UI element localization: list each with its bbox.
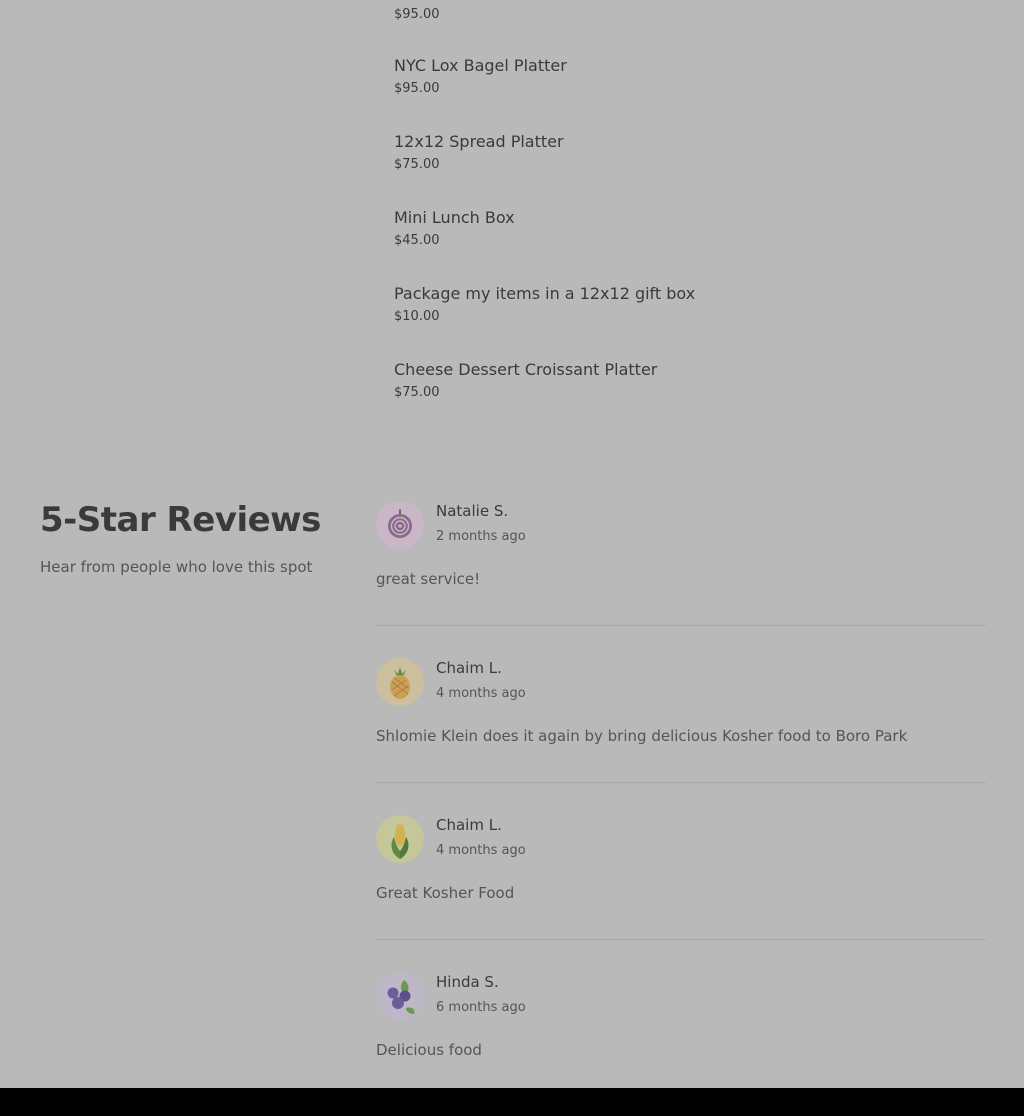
review-divider xyxy=(376,782,986,783)
review-time: 2 months ago xyxy=(436,529,526,544)
menu-item-name: NYC Lox Bagel Platter xyxy=(394,56,567,75)
pineapple-icon xyxy=(376,658,424,706)
review-time: 4 months ago xyxy=(436,843,526,858)
menu-item[interactable]: Mini Lunch Box $45.00 xyxy=(394,207,515,250)
reviewer-avatar xyxy=(376,815,424,863)
reviewer-avatar xyxy=(376,972,424,1020)
menu-item-price: $75.00 xyxy=(394,157,440,172)
review-divider xyxy=(376,625,986,626)
menu-item[interactable]: Cheese Dessert Croissant Platter $75.00 xyxy=(394,359,657,402)
menu-item[interactable]: 12x12 Spread Platter $75.00 xyxy=(394,131,564,174)
review-time: 6 months ago xyxy=(436,1000,526,1015)
menu-item-price: $10.00 xyxy=(394,309,440,324)
corn-icon xyxy=(376,815,424,863)
review-text: great service! xyxy=(376,570,481,588)
menu-item-name: 12x12 Spread Platter xyxy=(394,132,564,151)
reviewer-avatar xyxy=(376,501,424,549)
menu-item-name: Mini Lunch Box xyxy=(394,208,515,227)
reviewer-avatar xyxy=(376,658,424,706)
menu-item-name: Cheese Dessert Croissant Platter xyxy=(394,360,658,379)
review-time: 4 months ago xyxy=(436,686,526,701)
review-text: Shlomie Klein does it again by bring del… xyxy=(376,727,908,745)
onion-icon xyxy=(376,501,424,549)
menu-item-price: $75.00 xyxy=(394,385,440,400)
reviewer-name: Natalie S. xyxy=(436,502,509,520)
reviewer-name: Chaim L. xyxy=(436,659,502,677)
reviews-heading: 5-Star Reviews xyxy=(40,500,321,540)
menu-item-name: Package my items in a 12x12 gift box xyxy=(394,284,696,303)
menu-item-price: $95.00 xyxy=(394,7,440,22)
menu-item[interactable]: NYC Lox Bagel Platter $95.00 xyxy=(394,55,567,98)
reviewer-name: Chaim L. xyxy=(436,816,502,834)
review-text: Delicious food xyxy=(376,1041,482,1059)
review-text: Great Kosher Food xyxy=(376,884,515,902)
review-divider xyxy=(376,939,986,940)
reviewer-name: Hinda S. xyxy=(436,973,499,991)
reviews-subheading: Hear from people who love this spot xyxy=(40,558,313,576)
store-page: $95.00 NYC Lox Bagel Platter $95.00 12x1… xyxy=(0,0,1024,1116)
blueberries-icon xyxy=(376,972,424,1020)
menu-item[interactable]: Package my items in a 12x12 gift box $10… xyxy=(394,283,695,326)
footer-bar xyxy=(0,1088,1024,1116)
menu-item-price: $45.00 xyxy=(394,233,440,248)
menu-item-price: $95.00 xyxy=(394,81,440,96)
